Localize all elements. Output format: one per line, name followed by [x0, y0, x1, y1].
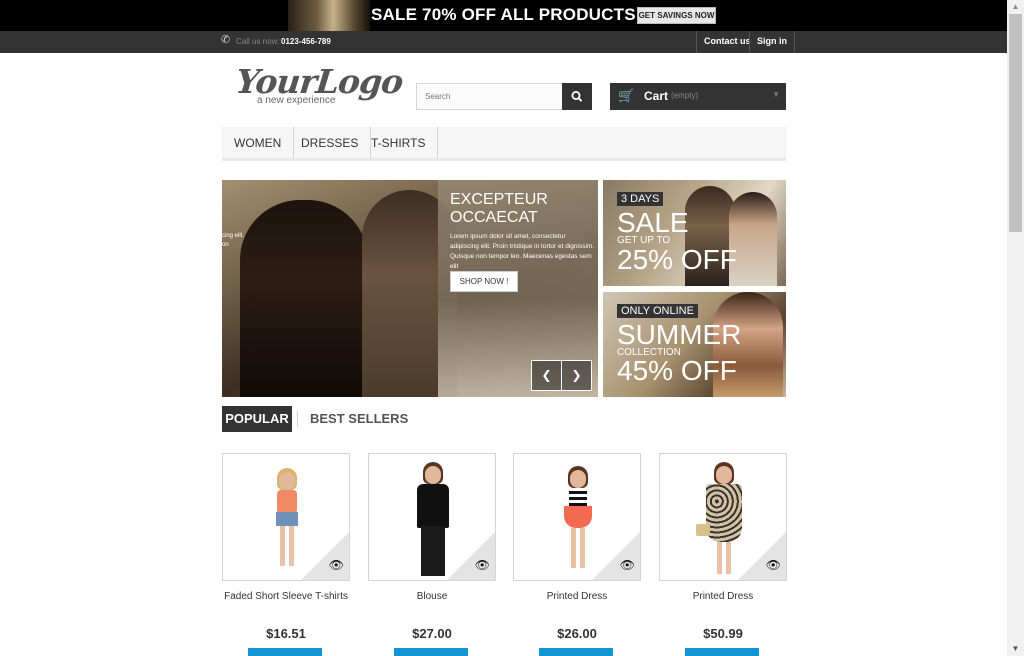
slide-prev-button[interactable]: ❮	[531, 360, 562, 391]
banner-percent: 45% OFF	[617, 355, 737, 386]
cart-label: Cart	[644, 89, 669, 103]
card-corner	[737, 531, 786, 580]
banner-tag: ONLY ONLINE	[617, 304, 698, 318]
scroll-down-icon[interactable]: ▼	[1007, 642, 1024, 656]
product-name[interactable]: Blouse	[368, 590, 496, 603]
slide-cut-line-1: cing elit.	[222, 233, 245, 239]
product-name[interactable]: Printed Dress	[513, 590, 641, 603]
model-top	[277, 490, 297, 514]
product-image[interactable]: 👁	[368, 453, 496, 581]
model-leg	[580, 528, 585, 568]
product-price: $16.51	[266, 626, 306, 641]
slide-model-woman	[240, 200, 368, 397]
tab-popular[interactable]: POPULAR	[222, 406, 292, 432]
promo-banner-summer[interactable]: ONLY ONLINE SUMMER COLLECTION 45% OFF	[603, 292, 786, 397]
eye-icon[interactable]: 👁	[475, 558, 490, 572]
model-head	[716, 466, 732, 484]
banner-headline: SALE	[617, 207, 689, 238]
tab-best-sellers[interactable]: BEST SELLERS	[310, 406, 408, 432]
promo-text: SALE 70% OFF ALL PRODUCTS	[371, 5, 636, 24]
slide-text: Lorem ipsum dolor sit amet, consectetur …	[450, 233, 595, 270]
card-corner	[591, 531, 640, 580]
model-leg	[280, 526, 285, 566]
model-leg	[571, 528, 576, 568]
eye-icon[interactable]: 👁	[620, 558, 635, 572]
shop-now-button[interactable]: SHOP NOW !	[450, 271, 518, 292]
slide-cut-line-2: on	[222, 242, 229, 248]
menu-item-tshirts[interactable]: T-SHIRTS	[359, 127, 439, 159]
call-label: Call us now:	[236, 37, 280, 46]
add-to-cart-button[interactable]	[248, 648, 322, 656]
slide-next-button[interactable]: ❯	[561, 360, 592, 391]
product-image[interactable]: 👁	[659, 453, 787, 581]
model-leg	[289, 526, 294, 566]
model-head	[279, 472, 295, 490]
promo-banner[interactable]: SALE 70% OFF ALL PRODUCTS GET SAVINGS NO…	[0, 0, 1007, 31]
homepage-slider[interactable]: cing elit. on EXCEPTEUR OCCAECAT Lorem i…	[222, 180, 598, 397]
cart-status: (empty)	[671, 91, 699, 100]
scrollbar[interactable]: ▲ ▼	[1007, 0, 1024, 656]
product-price: $27.00	[412, 626, 452, 641]
promo-banner-sale[interactable]: 3 DAYS SALE GET UP TO 25% OFF	[603, 180, 786, 286]
model-skirt	[564, 506, 592, 528]
search-input[interactable]	[417, 84, 564, 109]
add-to-cart-button[interactable]	[685, 648, 759, 656]
model-blouse	[417, 484, 449, 528]
add-to-cart-button[interactable]	[394, 648, 468, 656]
product-price: $50.99	[703, 626, 743, 641]
search-box	[416, 83, 592, 110]
model-head	[425, 466, 441, 484]
logo[interactable]: YourLogo a new experience	[234, 62, 404, 110]
get-savings-button[interactable]: GET SAVINGS NOW	[637, 7, 716, 24]
main-menu: WOMEN DRESSES T-SHIRTS	[222, 127, 786, 161]
promo-image	[288, 0, 370, 31]
model-leg	[717, 542, 722, 574]
banner-percent: 25% OFF	[617, 244, 737, 275]
signin-link[interactable]: Sign in	[749, 31, 795, 53]
tab-divider	[297, 411, 298, 427]
product-price: $26.00	[557, 626, 597, 641]
call-number: 0123-456-789	[281, 37, 331, 46]
cart-block[interactable]: 🛒 Cart (empty) ▼	[610, 83, 786, 110]
scroll-up-icon[interactable]: ▲	[1007, 0, 1024, 14]
product-name[interactable]: Printed Dress	[659, 590, 787, 603]
cart-icon: 🛒	[618, 88, 635, 103]
card-corner	[300, 531, 349, 580]
banner-tag: 3 DAYS	[617, 192, 664, 206]
card-corner	[446, 531, 495, 580]
slide-title: EXCEPTEUR OCCAECAT	[450, 191, 548, 226]
product-name[interactable]: Faded Short Sleeve T-shirts	[222, 590, 350, 603]
model-top	[569, 488, 587, 506]
scroll-thumb[interactable]	[1009, 14, 1022, 232]
logo-tagline: a new experience	[257, 95, 336, 106]
eye-icon[interactable]: 👁	[766, 558, 781, 572]
product-image[interactable]: 👁	[513, 453, 641, 581]
eye-icon[interactable]: 👁	[329, 558, 344, 572]
menu-item-women[interactable]: WOMEN	[222, 127, 295, 159]
search-icon	[571, 90, 582, 102]
model-pants	[421, 526, 445, 576]
chevron-down-icon: ▼	[772, 90, 780, 99]
top-nav: ✆ Call us now: 0123-456-789 Contact us S…	[0, 31, 1007, 53]
model-shorts	[276, 512, 298, 526]
banner-headline: SUMMER	[617, 319, 742, 350]
search-button[interactable]	[562, 83, 592, 110]
model-bag	[696, 524, 710, 536]
slide-cut-text: cing elit. on	[222, 232, 244, 250]
phone-icon: ✆	[221, 34, 231, 46]
model-leg	[726, 542, 731, 574]
model-head	[570, 470, 586, 488]
add-to-cart-button[interactable]	[539, 648, 613, 656]
product-image[interactable]: 👁	[222, 453, 350, 581]
